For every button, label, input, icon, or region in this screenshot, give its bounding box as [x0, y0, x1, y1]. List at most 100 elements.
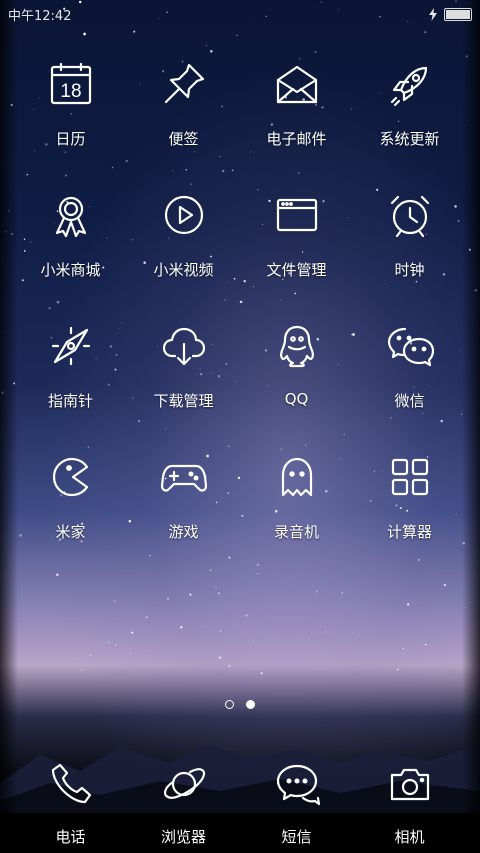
- apps-mail[interactable]: 电子邮件: [240, 54, 353, 185]
- mail-icon: [273, 60, 321, 108]
- ghost-icon: [273, 453, 321, 501]
- app-label: 微信: [394, 392, 425, 410]
- star: [315, 593, 317, 595]
- app-label: 米家: [55, 523, 86, 541]
- calendar-day: 18: [60, 81, 81, 102]
- apps-pin[interactable]: 便签: [127, 54, 240, 185]
- cloud-download-icon: [160, 322, 208, 370]
- apps-ghost[interactable]: 录音机: [240, 447, 353, 578]
- pin-icon: [160, 60, 208, 108]
- app-label: 小米视频: [153, 261, 214, 279]
- apps-rocket[interactable]: 系统更新: [353, 54, 466, 185]
- star: [219, 630, 222, 633]
- charging-icon: [429, 7, 437, 21]
- status-bar: 中午12:42: [0, 0, 480, 28]
- alarm-clock-icon: [386, 191, 434, 239]
- qq-penguin-icon: [273, 322, 321, 370]
- app-label: 时钟: [394, 261, 425, 279]
- gamepad-icon: [160, 453, 208, 501]
- dock-planet[interactable]: 浏览器: [127, 754, 240, 847]
- star: [145, 616, 148, 619]
- apps-pacman[interactable]: 米家: [14, 447, 127, 578]
- status-time: 中午12:42: [8, 8, 72, 24]
- page-dot-2[interactable]: [246, 700, 255, 709]
- app-label: 便签: [168, 130, 199, 148]
- star: [314, 51, 317, 53]
- page-indicator: [0, 700, 480, 709]
- app-label: 浏览器: [160, 828, 206, 846]
- apps-qq-penguin[interactable]: QQ: [240, 316, 353, 447]
- star: [236, 34, 238, 37]
- app-label: 日历: [55, 130, 86, 148]
- app-label: 系统更新: [379, 130, 440, 148]
- star: [424, 643, 427, 646]
- battery-icon: [444, 7, 472, 21]
- apps-cloud-download[interactable]: 下载管理: [127, 316, 240, 447]
- star: [89, 654, 91, 656]
- apps-award-ribbon[interactable]: 小米商城: [14, 185, 127, 316]
- app-label: 相机: [394, 828, 425, 846]
- apps-wechat[interactable]: 微信: [353, 316, 466, 447]
- dock-camera[interactable]: 相机: [353, 754, 466, 847]
- battery-level-fill: [446, 9, 470, 19]
- apps-gamepad[interactable]: 游戏: [127, 447, 240, 578]
- star: [407, 603, 410, 606]
- star: [443, 583, 447, 587]
- app-label: QQ: [284, 390, 309, 408]
- award-ribbon-icon: [47, 191, 95, 239]
- star: [308, 638, 310, 639]
- compass-icon: [47, 322, 95, 370]
- app-label: 小米商城: [40, 261, 101, 279]
- app-label: 指南针: [47, 392, 93, 410]
- star: [114, 644, 116, 646]
- star: [36, 598, 38, 600]
- apps-alarm-clock[interactable]: 时钟: [353, 185, 466, 316]
- star: [215, 586, 217, 589]
- app-label: 录音机: [273, 523, 319, 541]
- dock: 电话 浏览器 短信 相机: [14, 754, 466, 847]
- star: [166, 597, 170, 600]
- play-icon: [160, 191, 208, 239]
- dock-chat-bubbles[interactable]: 短信: [240, 754, 353, 847]
- grid-squares-icon: [386, 453, 434, 501]
- star: [324, 631, 326, 633]
- apps-grid-squares[interactable]: 计算器: [353, 447, 466, 578]
- chat-bubbles-icon: [273, 760, 321, 808]
- app-label: 电子邮件: [266, 130, 327, 148]
- dock-phone[interactable]: 电话: [14, 754, 127, 847]
- star: [316, 590, 318, 592]
- app-label: 电话: [55, 828, 86, 846]
- app-label: 下载管理: [153, 392, 214, 410]
- star: [127, 650, 129, 651]
- star: [253, 640, 254, 642]
- page-dot-1[interactable]: [225, 700, 234, 709]
- star: [218, 656, 222, 659]
- app-label: 短信: [281, 828, 312, 846]
- wechat-icon: [386, 322, 434, 370]
- app-label: 文件管理: [266, 261, 327, 279]
- calendar-icon: 18: [47, 60, 95, 108]
- star: [424, 31, 427, 34]
- apps-calendar[interactable]: 18 日历: [14, 54, 127, 185]
- star: [129, 652, 132, 654]
- apps-folder-window[interactable]: 文件管理: [240, 185, 353, 316]
- app-label: 计算器: [386, 523, 432, 541]
- star: [133, 30, 136, 33]
- star: [209, 49, 213, 53]
- star: [205, 625, 207, 627]
- planet-icon: [160, 760, 208, 808]
- camera-icon: [386, 760, 434, 808]
- phone-icon: [47, 760, 95, 808]
- app-grid: 18 日历 便签 电子邮件 系统更新小米商城 小米视频 文件管理 时钟指南针 下载管理 QQ 微信米…: [14, 54, 466, 578]
- star: [351, 633, 353, 634]
- apps-play[interactable]: 小米视频: [127, 185, 240, 316]
- status-indicators: [428, 7, 472, 21]
- star: [113, 600, 116, 603]
- folder-window-icon: [273, 191, 321, 239]
- star: [83, 32, 86, 36]
- apps-compass[interactable]: 指南针: [14, 316, 127, 447]
- star: [205, 45, 207, 47]
- star: [189, 593, 192, 596]
- star: [131, 631, 134, 634]
- star: [245, 613, 248, 617]
